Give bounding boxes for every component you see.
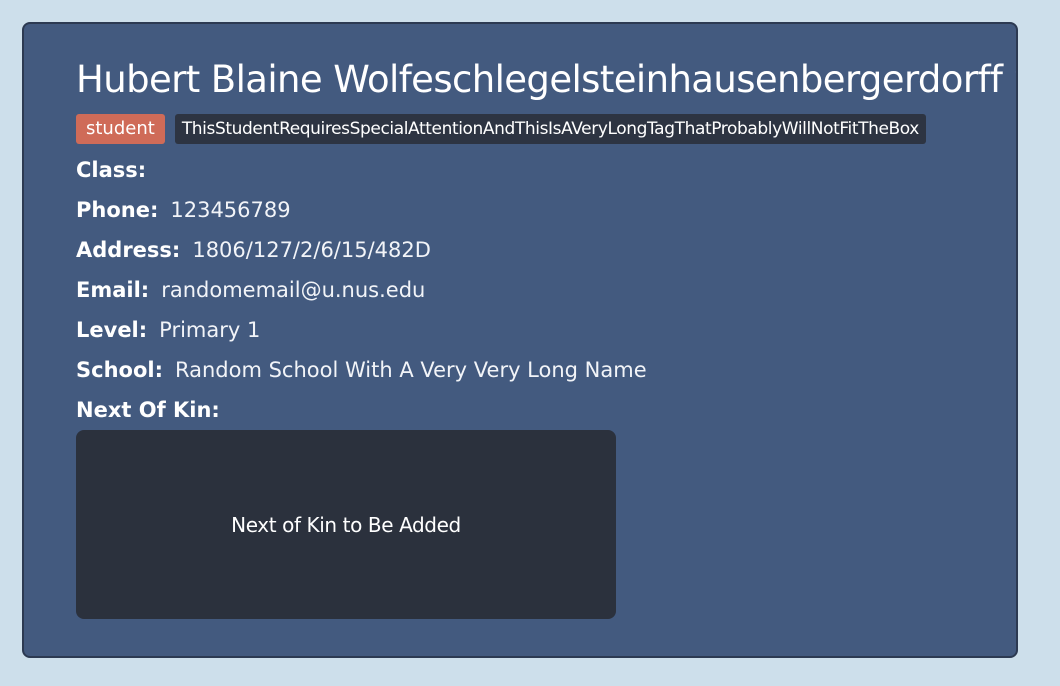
next-of-kin-label: Next Of Kin: <box>76 398 220 422</box>
school-value: Random School With A Very Very Long Name <box>174 358 647 382</box>
school-label: School: <box>76 358 163 382</box>
next-of-kin-panel: Next of Kin to Be Added <box>76 430 616 619</box>
email-label: Email: <box>76 278 150 302</box>
next-of-kin-placeholder: Next of Kin to Be Added <box>231 512 461 537</box>
email-field: Email: randomemail@u.nus.edu <box>76 270 647 310</box>
level-value: Primary 1 <box>159 318 261 342</box>
person-card[interactable]: Hubert Blaine Wolfeschlegelsteinhausenbe… <box>22 22 1018 658</box>
address-label: Address: <box>76 238 181 262</box>
phone-field: Phone: 123456789 <box>76 190 647 230</box>
address-value: 1806/127/2/6/15/482D <box>192 238 431 262</box>
student-tag: student <box>76 114 165 144</box>
school-field: School: Random School With A Very Very L… <box>76 350 647 390</box>
level-field: Level: Primary 1 <box>76 310 647 350</box>
address-field: Address: 1806/127/2/6/15/482D <box>76 230 647 270</box>
next-of-kin-field: Next Of Kin: <box>76 390 647 430</box>
email-value: randomemail@u.nus.edu <box>161 278 426 302</box>
phone-value: 123456789 <box>170 198 291 222</box>
class-field: Class: <box>76 150 647 190</box>
tag-list: student ThisStudentRequiresSpecialAttent… <box>76 114 926 144</box>
level-label: Level: <box>76 318 148 342</box>
special-attention-tag: ThisStudentRequiresSpecialAttentionAndTh… <box>174 114 926 144</box>
phone-label: Phone: <box>76 198 159 222</box>
person-name: Hubert Blaine Wolfeschlegelsteinhausenbe… <box>76 58 1018 101</box>
person-details: Class: Phone: 123456789 Address: 1806/12… <box>76 150 647 430</box>
class-label: Class: <box>76 158 147 182</box>
